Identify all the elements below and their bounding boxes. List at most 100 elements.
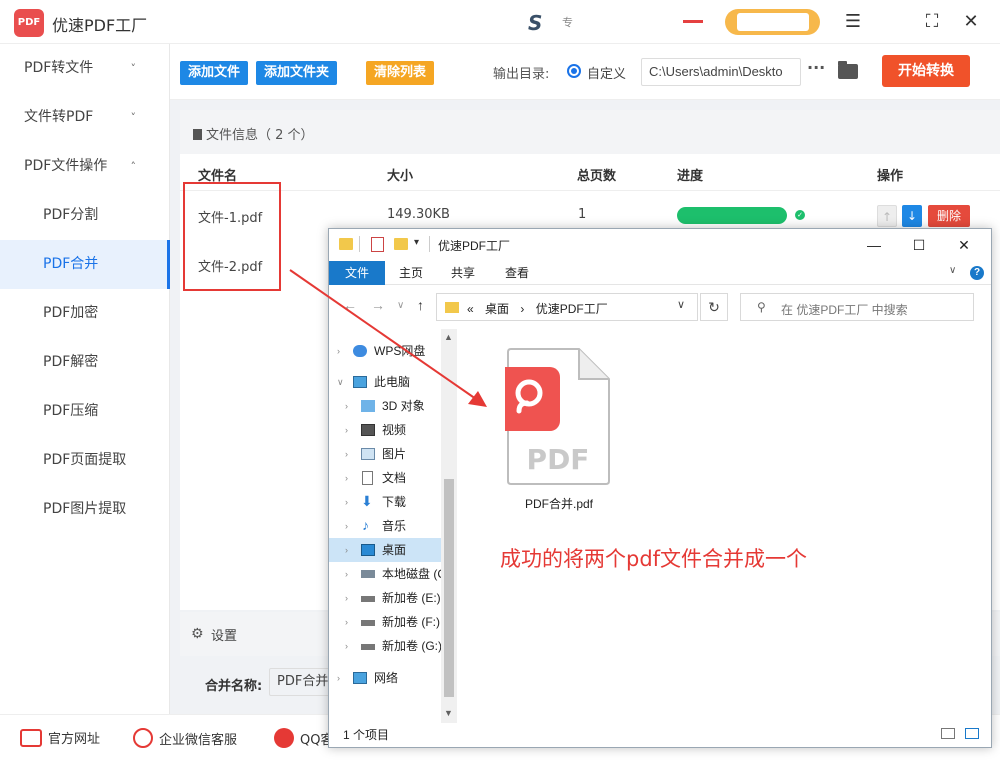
address-separator[interactable]: ›	[520, 302, 524, 316]
sidebar-item-pdf-image-extract[interactable]: PDF图片提取	[0, 485, 170, 534]
maximize-icon[interactable]: ⛶	[920, 10, 944, 34]
s-logo-icon[interactable]: S	[528, 11, 542, 35]
menu-icon[interactable]: ☰	[841, 10, 865, 34]
chevron-down-icon[interactable]: ∨	[337, 370, 344, 394]
sidebar-item-pdf-page-extract[interactable]: PDF页面提取	[0, 436, 170, 485]
folder-icon	[339, 238, 353, 250]
tree-item-this-pc[interactable]: ∨ 此电脑	[329, 370, 457, 394]
chevron-right-icon[interactable]: ›	[345, 466, 348, 490]
address-segment-folder[interactable]: 优速PDF工厂	[536, 302, 608, 316]
sidebar-item-pdf-encrypt[interactable]: PDF加密	[0, 289, 170, 338]
add-file-button[interactable]: 添加文件	[180, 61, 249, 85]
output-path-input[interactable]: C:\Users\admin\Deskto	[641, 58, 801, 86]
custom-dir-radio[interactable]	[567, 64, 581, 78]
minimize-icon[interactable]: —	[859, 233, 889, 257]
tree-item-documents[interactable]: › 文档	[329, 466, 457, 490]
tree-item-videos[interactable]: › 视频	[329, 418, 457, 442]
chevron-right-icon[interactable]: ›	[345, 418, 348, 442]
scroll-down-icon[interactable]: ▼	[444, 708, 453, 718]
ribbon-tab-home[interactable]: 主页	[387, 261, 435, 285]
chevron-right-icon[interactable]: ›	[345, 514, 348, 538]
address-overflow[interactable]: «	[467, 302, 474, 316]
sidebar-item-pdf-operations[interactable]: PDF文件操作 ˄	[0, 142, 170, 191]
sidebar-item-pdf-to-file[interactable]: PDF转文件 ˅	[0, 44, 170, 93]
chevron-down-icon[interactable]: ∨	[949, 265, 956, 276]
tree-item-pictures[interactable]: › 图片	[329, 442, 457, 466]
chevron-up-icon: ˄	[130, 160, 137, 173]
scroll-up-icon[interactable]: ▲	[444, 332, 453, 342]
website-link[interactable]: 官方网址	[20, 728, 100, 747]
properties-icon[interactable]	[371, 237, 384, 252]
more-options-icon[interactable]: ···	[807, 58, 825, 77]
open-folder-icon[interactable]	[838, 61, 858, 79]
tree-item-drive-c[interactable]: › 本地磁盘 (C:)	[329, 562, 457, 586]
chevron-right-icon[interactable]: ›	[345, 562, 348, 586]
delete-button[interactable]: 删除	[928, 205, 970, 227]
column-header-pages: 总页数	[577, 169, 617, 184]
tree-item-music[interactable]: › ♪ 音乐	[329, 514, 457, 538]
tree-scrollbar[interactable]: ▲ ▼	[441, 329, 457, 723]
tree-item-wps-cloud[interactable]: › WPS网盘	[329, 339, 457, 363]
tree-item-drive-f[interactable]: › 新加卷 (F:)	[329, 610, 457, 634]
chevron-right-icon[interactable]: ›	[345, 490, 348, 514]
sidebar-item-pdf-split[interactable]: PDF分割	[0, 191, 170, 240]
chevron-right-icon[interactable]: ›	[345, 442, 348, 466]
file-info-header-label: 文件信息（ 2 个）	[206, 128, 314, 143]
details-view-icon[interactable]	[941, 728, 955, 739]
pdf-file-icon[interactable]: PDF	[505, 347, 611, 485]
up-icon[interactable]: ↑	[417, 297, 424, 313]
chevron-down-icon[interactable]: ∨	[677, 298, 685, 311]
clear-list-button[interactable]: 清除列表	[366, 61, 435, 85]
file-explorer-window: ▾ 优速PDF工厂 — ☐ ✕ 文件 主页 共享 查看 ∨ ? ← → ∨ ↑ …	[328, 228, 992, 748]
forward-icon[interactable]: →	[371, 297, 385, 313]
notification-icon[interactable]	[683, 20, 703, 23]
file-name-label[interactable]: PDF合并.pdf	[525, 495, 593, 512]
address-bar[interactable]: « 桌面 › 优速PDF工厂 ∨	[436, 293, 698, 321]
tree-item-network[interactable]: › 网络	[329, 666, 457, 690]
back-icon[interactable]: ←	[343, 297, 357, 313]
sidebar-item-pdf-compress[interactable]: PDF压缩	[0, 387, 170, 436]
refresh-icon[interactable]: ↻	[700, 293, 728, 321]
recent-dropdown-icon[interactable]: ∨	[397, 300, 404, 311]
ribbon-tab-view[interactable]: 查看	[493, 261, 541, 285]
chevron-right-icon[interactable]: ›	[337, 339, 340, 363]
scrollbar-thumb[interactable]	[444, 479, 454, 697]
start-convert-button[interactable]: 开始转换	[882, 55, 970, 87]
chevron-right-icon[interactable]: ›	[345, 538, 348, 562]
chevron-right-icon[interactable]: ›	[337, 666, 340, 690]
settings-title: 设置	[211, 629, 238, 644]
custom-dir-radio-label[interactable]: 自定义	[587, 63, 626, 82]
toolbar: 添加文件 添加文件夹 清除列表 输出目录: 自定义 C:\Users\admin…	[170, 44, 1000, 100]
close-icon[interactable]: ✕	[959, 10, 983, 34]
wechat-service-link[interactable]: 企业微信客服	[133, 728, 237, 748]
search-box[interactable]: ⚲ 在 优速PDF工厂 中搜索	[740, 293, 974, 321]
chevron-right-icon[interactable]: ›	[345, 394, 348, 418]
large-icons-view-icon[interactable]	[965, 728, 979, 739]
address-segment-desktop[interactable]: 桌面	[485, 302, 509, 316]
sidebar-item-pdf-decrypt[interactable]: PDF解密	[0, 338, 170, 387]
sidebar-item-label: 文件转PDF	[24, 109, 94, 125]
tree-item-drive-e[interactable]: › 新加卷 (E:)	[329, 586, 457, 610]
tree-item-drive-g[interactable]: › 新加卷 (G:)	[329, 634, 457, 658]
quick-access-dropdown-icon[interactable]: ▾	[414, 237, 419, 248]
pdf-icon-text: PDF	[527, 443, 590, 476]
tree-item-desktop[interactable]: › 桌面	[329, 538, 457, 562]
new-folder-icon[interactable]	[394, 238, 408, 250]
add-folder-button[interactable]: 添加文件夹	[256, 61, 338, 85]
sidebar-item-file-to-pdf[interactable]: 文件转PDF ˅	[0, 93, 170, 142]
maximize-icon[interactable]: ☐	[904, 233, 934, 257]
tree-item-3d-objects[interactable]: › 3D 对象	[329, 394, 457, 418]
move-down-button[interactable]: ↓	[902, 205, 922, 227]
move-up-button[interactable]: ↑	[877, 205, 897, 227]
tree-label: 视频	[382, 423, 407, 437]
ribbon-tab-share[interactable]: 共享	[439, 261, 487, 285]
close-icon[interactable]: ✕	[949, 233, 979, 257]
help-icon[interactable]: ?	[970, 266, 984, 280]
ribbon-tab-file[interactable]: 文件	[329, 261, 385, 285]
chevron-right-icon[interactable]: ›	[345, 610, 348, 634]
chevron-right-icon[interactable]: ›	[345, 586, 348, 610]
search-input[interactable]: 在 优速PDF工厂 中搜索	[781, 301, 908, 318]
sidebar-item-pdf-merge[interactable]: PDF合并	[0, 240, 170, 289]
tree-item-downloads[interactable]: › ⬇ 下载	[329, 490, 457, 514]
chevron-right-icon[interactable]: ›	[345, 634, 348, 658]
